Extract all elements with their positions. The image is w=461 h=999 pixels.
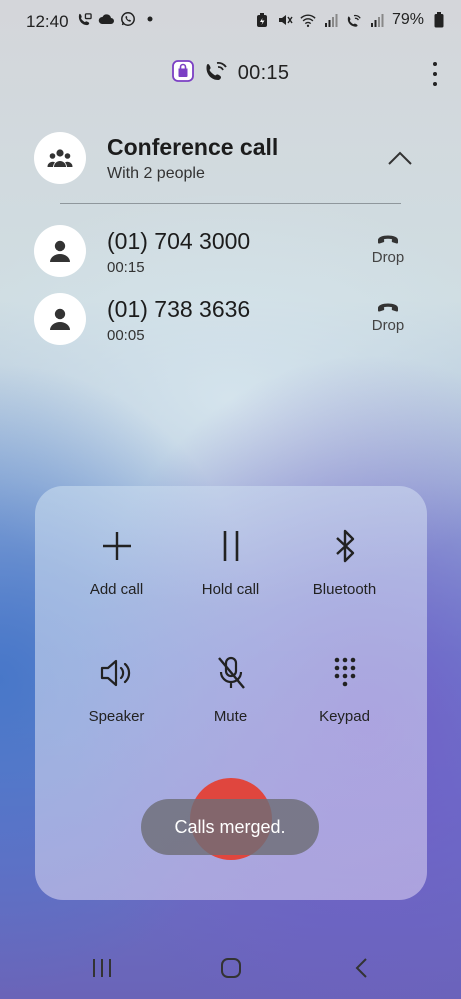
- signal-icon-2: [369, 12, 385, 28]
- battery-percent: 79%: [391, 11, 424, 28]
- drop-label: Drop: [371, 249, 405, 266]
- drop-participant-button[interactable]: Drop: [363, 232, 413, 266]
- mute-button[interactable]: Mute: [173, 653, 288, 725]
- bluetooth-icon: [325, 526, 365, 566]
- participant-number: (01) 738 3636: [107, 296, 251, 322]
- drop-participant-button[interactable]: Drop: [363, 300, 413, 334]
- end-call-icon: [378, 303, 398, 312]
- conference-subtitle: With 2 people: [107, 165, 205, 182]
- pause-icon: [211, 526, 251, 566]
- hold-call-label: Hold call: [201, 581, 260, 598]
- keypad-label: Keypad: [319, 708, 370, 725]
- end-call-icon: [378, 235, 398, 244]
- participant-duration: 00:05: [107, 327, 145, 344]
- speaker-icon: [97, 653, 137, 693]
- mute-label: Mute: [213, 708, 248, 725]
- keypad-button[interactable]: Keypad: [287, 653, 402, 725]
- wifi-calling-icon: [346, 12, 362, 28]
- battery-icon: [431, 12, 447, 28]
- recent-apps-icon[interactable]: [82, 955, 122, 981]
- group-avatar: [34, 132, 86, 184]
- participant-number: (01) 704 3000: [107, 228, 251, 254]
- speaker-button[interactable]: Speaker: [59, 653, 174, 725]
- status-notification-icons: [76, 11, 158, 27]
- wifi-call-icon: [204, 60, 228, 87]
- collapse-chevron-up-icon[interactable]: [384, 146, 416, 170]
- whatsapp-icon: [120, 11, 136, 27]
- status-system-icons: 79%: [254, 11, 447, 29]
- drop-label: Drop: [371, 317, 405, 334]
- wifi-icon: [300, 12, 316, 28]
- bluetooth-button[interactable]: Bluetooth: [287, 526, 402, 598]
- more-notifications-dot-icon: [142, 11, 158, 27]
- speaker-label: Speaker: [88, 708, 145, 725]
- bluetooth-label: Bluetooth: [312, 581, 377, 598]
- header-divider: [60, 203, 401, 204]
- plus-icon: [97, 526, 137, 566]
- participant-avatar: [34, 293, 86, 345]
- call-status-icon: [76, 11, 92, 27]
- call-recorder-icon[interactable]: [171, 60, 194, 87]
- home-icon[interactable]: [211, 955, 251, 981]
- call-info-bar: 00:15: [0, 60, 461, 87]
- add-call-button[interactable]: Add call: [59, 526, 174, 598]
- battery-saver-icon: [254, 12, 270, 28]
- call-timer: 00:15: [237, 62, 290, 84]
- hold-call-button[interactable]: Hold call: [173, 526, 288, 598]
- cloud-icon: [98, 11, 114, 27]
- participant-avatar: [34, 225, 86, 277]
- add-call-label: Add call: [89, 581, 144, 598]
- group-icon: [47, 149, 73, 167]
- conference-title: Conference call: [107, 134, 279, 160]
- status-time: 12:40: [26, 12, 69, 31]
- person-icon: [50, 240, 70, 262]
- signal-icon: [323, 12, 339, 28]
- person-icon: [50, 308, 70, 330]
- toast-message: Calls merged.: [141, 799, 319, 855]
- keypad-icon: [325, 653, 365, 693]
- back-icon[interactable]: [342, 955, 382, 981]
- participant-duration: 00:15: [107, 259, 145, 276]
- mute-icon: [277, 12, 293, 28]
- mic-off-icon: [211, 653, 251, 693]
- more-options-icon[interactable]: [423, 60, 447, 88]
